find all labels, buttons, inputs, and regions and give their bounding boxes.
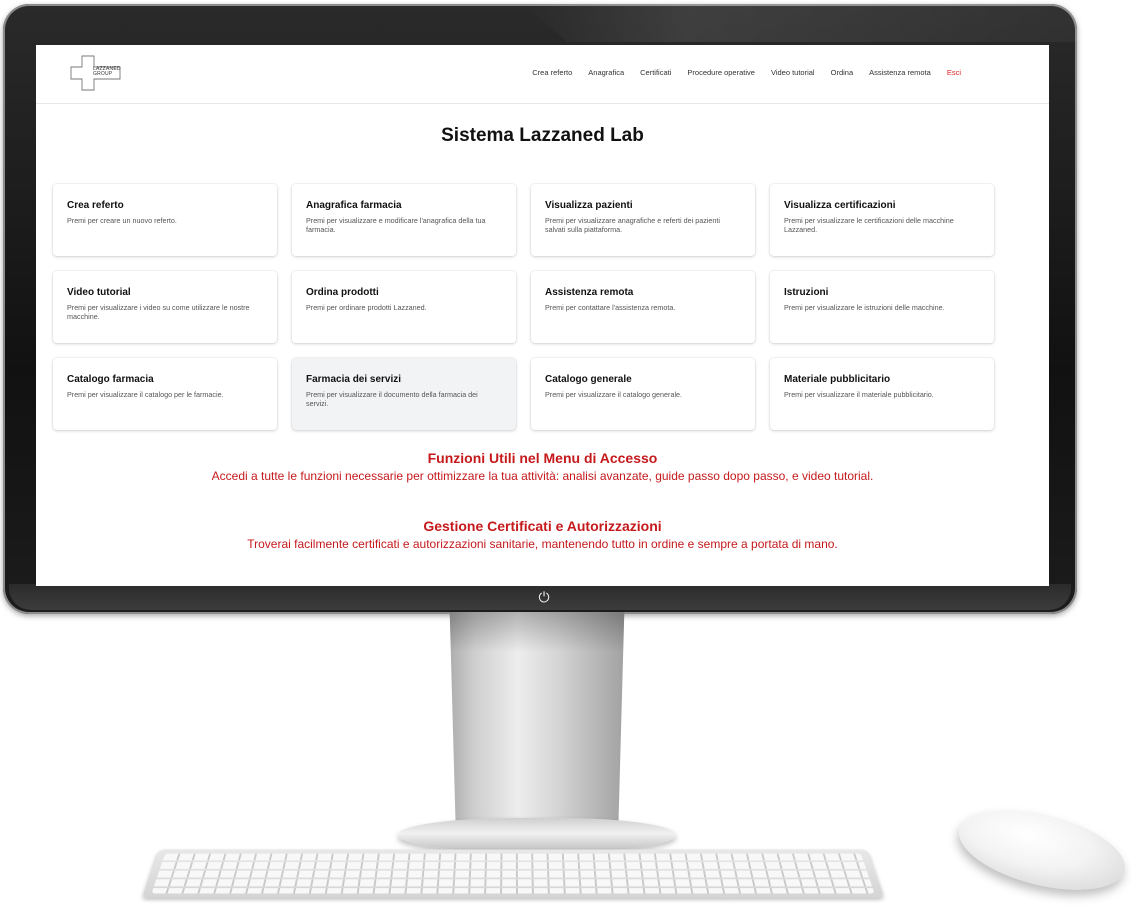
screen: LAZZANED GROUP Crea referto Anagrafica C… <box>36 45 1049 586</box>
card-description: Premi per visualizzare i video su come u… <box>67 303 250 321</box>
info-title: Gestione Certificati e Autorizzazioni <box>423 518 662 534</box>
card-description: Premi per visualizzare le certificazioni… <box>784 216 954 234</box>
monitor-glare <box>523 4 1077 42</box>
card-title: Anagrafica farmacia <box>306 200 402 211</box>
top-navbar: LAZZANED GROUP Crea referto Anagrafica C… <box>36 45 1049 104</box>
card-ordina-prodotti[interactable]: Ordina prodotti Premi per ordinare prodo… <box>292 271 516 343</box>
card-description: Premi per visualizzare le istruzioni del… <box>784 303 945 312</box>
mouse <box>951 795 1131 905</box>
card-description: Premi per visualizzare il catalogo gener… <box>545 390 683 399</box>
card-title: Ordina prodotti <box>306 287 379 298</box>
card-description: Premi per visualizzare anagrafiche e ref… <box>545 216 720 234</box>
nav-link-crea-referto[interactable]: Crea referto <box>532 68 572 77</box>
card-crea-referto[interactable]: Crea referto Premi per creare un nuovo r… <box>53 184 277 256</box>
keyboard-keys <box>151 853 875 894</box>
nav-link-anagrafica[interactable]: Anagrafica <box>588 68 624 77</box>
card-title: Catalogo farmacia <box>67 374 154 385</box>
keyboard <box>142 849 884 898</box>
card-catalogo-farmacia[interactable]: Catalogo farmacia Premi per visualizzare… <box>53 358 277 430</box>
card-title: Farmacia dei servizi <box>306 374 402 385</box>
card-title: Istruzioni <box>784 287 829 298</box>
nav-link-video-tutorial[interactable]: Video tutorial <box>771 68 815 77</box>
card-description: Premi per visualizzare e modificare l'an… <box>306 216 486 234</box>
card-title: Visualizza pazienti <box>545 200 633 211</box>
card-farmacia-dei-servizi[interactable]: Farmacia dei servizi Premi per visualizz… <box>292 358 516 430</box>
card-materiale-pubblicitario[interactable]: Materiale pubblicitario Premi per visual… <box>770 358 994 430</box>
monitor-stand-base <box>398 818 676 852</box>
nav-links: Crea referto Anagrafica Certificati Proc… <box>532 68 961 77</box>
info-block-menu: Funzioni Utili nel Menu di Accesso Acced… <box>36 450 1049 483</box>
nav-link-certificati[interactable]: Certificati <box>640 68 671 77</box>
card-description: Premi per visualizzare il catalogo per l… <box>67 390 224 399</box>
logout-link[interactable]: Esci <box>947 68 961 77</box>
card-title: Visualizza certificazioni <box>784 200 896 211</box>
nav-link-procedure-operative[interactable]: Procedure operative <box>687 68 755 77</box>
card-grid: Crea referto Premi per creare un nuovo r… <box>53 184 994 430</box>
nav-link-assistenza-remota[interactable]: Assistenza remota <box>869 68 931 77</box>
card-title: Video tutorial <box>67 287 131 298</box>
card-anagrafica-farmacia[interactable]: Anagrafica farmacia Premi per visualizza… <box>292 184 516 256</box>
info-title: Funzioni Utili nel Menu di Accesso <box>427 450 658 466</box>
card-assistenza-remota[interactable]: Assistenza remota Premi per contattare l… <box>531 271 755 343</box>
card-description: Premi per creare un nuovo referto. <box>67 216 177 225</box>
card-description: Premi per ordinare prodotti Lazzaned. <box>306 303 427 312</box>
card-title: Assistenza remota <box>545 287 634 298</box>
card-video-tutorial[interactable]: Video tutorial Premi per visualizzare i … <box>53 271 277 343</box>
card-istruzioni[interactable]: Istruzioni Premi per visualizzare le ist… <box>770 271 994 343</box>
card-title: Catalogo generale <box>545 374 632 385</box>
info-text: Accedi a tutte le funzioni necessarie pe… <box>211 469 874 483</box>
card-title: Materiale pubblicitario <box>784 374 891 385</box>
card-title: Crea referto <box>67 200 124 211</box>
logo-text: LAZZANED GROUP <box>93 66 121 77</box>
nav-link-ordina[interactable]: Ordina <box>831 68 854 77</box>
card-visualizza-pazienti[interactable]: Visualizza pazienti Premi per visualizza… <box>531 184 755 256</box>
power-icon[interactable]: ⏻ <box>536 589 552 605</box>
card-description: Premi per contattare l'assistenza remota… <box>545 303 676 312</box>
info-block-certificati: Gestione Certificati e Autorizzazioni Tr… <box>36 518 1049 551</box>
card-catalogo-generale[interactable]: Catalogo generale Premi per visualizzare… <box>531 358 755 430</box>
monitor-stand-shadow <box>449 612 625 652</box>
card-visualizza-certificazioni[interactable]: Visualizza certificazioni Premi per visu… <box>770 184 994 256</box>
info-text: Troverai facilmente certificati e autori… <box>247 537 838 551</box>
card-description: Premi per visualizzare il materiale pubb… <box>784 390 934 399</box>
page-title: Sistema Lazzaned Lab <box>441 125 644 146</box>
monitor: ⏻ LAZZANED GROUP Crea referto Anagrafica… <box>3 4 1077 614</box>
card-description: Premi per visualizzare il documento dell… <box>306 390 478 408</box>
logo[interactable]: LAZZANED GROUP <box>70 55 122 91</box>
